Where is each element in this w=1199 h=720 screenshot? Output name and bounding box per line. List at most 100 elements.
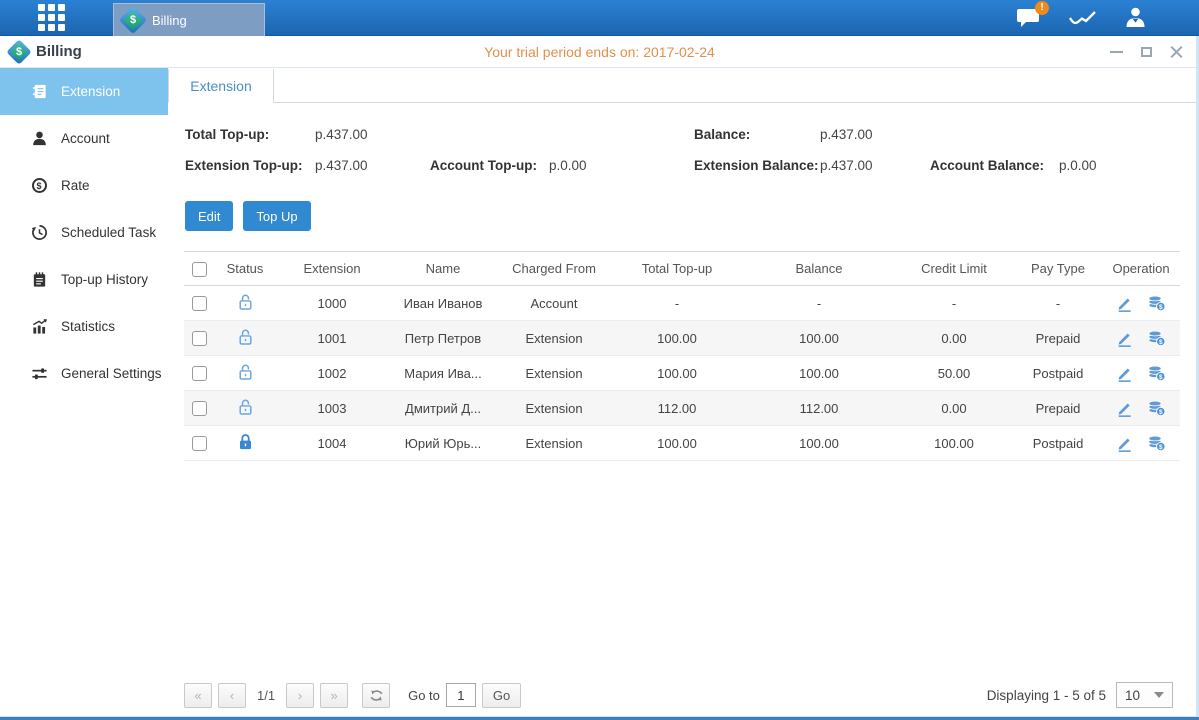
cell-charged-from: Extension [498, 356, 610, 391]
edit-pencil-icon[interactable] [1116, 295, 1133, 312]
edit-pencil-icon[interactable] [1116, 330, 1133, 347]
sidebar: Extension Account $ Rate [0, 68, 168, 716]
top-up-coins-icon[interactable]: $ [1147, 435, 1166, 452]
first-page-button[interactable]: « [184, 683, 212, 708]
cell-charged-from: Account [498, 286, 610, 321]
svg-text:$: $ [1159, 303, 1163, 310]
edit-pencil-icon[interactable] [1116, 400, 1133, 417]
scheduled-task-clock-icon [30, 224, 48, 242]
cell-extension: 1004 [276, 426, 388, 461]
tab-extension[interactable]: Extension [168, 69, 274, 103]
edit-pencil-icon[interactable] [1116, 435, 1133, 452]
prev-page-button[interactable]: ‹ [218, 683, 246, 708]
edit-pencil-icon[interactable] [1116, 365, 1133, 382]
displaying-text: Displaying 1 - 5 of 5 [987, 688, 1106, 703]
cell-credit-limit: 100.00 [894, 426, 1014, 461]
sidebar-item-rate[interactable]: $ Rate [0, 162, 168, 209]
taskbar-tab-label: Billing [152, 13, 187, 28]
account-topup-label: Account Top-up: [430, 158, 549, 173]
minimize-button[interactable] [1109, 45, 1123, 59]
total-topup-value: p.437.00 [315, 127, 368, 142]
svg-text:$: $ [1159, 373, 1163, 380]
sidebar-item-extension[interactable]: Extension [0, 68, 168, 115]
lock-open-icon [237, 398, 254, 416]
cell-name: Юрий Юрь... [388, 426, 498, 461]
row-checkbox[interactable] [192, 296, 207, 311]
next-page-button[interactable]: › [286, 683, 314, 708]
page-size-select[interactable]: 10 [1116, 682, 1173, 708]
sidebar-item-general-settings[interactable]: General Settings [0, 350, 168, 397]
user-account-icon[interactable] [1124, 7, 1147, 28]
cell-balance: 100.00 [744, 426, 894, 461]
sidebar-label: Extension [61, 84, 120, 99]
general-settings-sliders-icon [30, 365, 48, 383]
account-topup-value: p.0.00 [549, 158, 587, 173]
edit-button[interactable]: Edit [185, 201, 233, 231]
top-up-coins-icon[interactable]: $ [1147, 330, 1166, 347]
select-all-checkbox[interactable] [192, 262, 207, 277]
sidebar-item-topup-history[interactable]: Top-up History [0, 256, 168, 303]
col-pay-type: Pay Type [1014, 252, 1102, 286]
sidebar-label: Statistics [61, 319, 115, 334]
top-up-coins-icon[interactable]: $ [1147, 365, 1166, 382]
cell-total-topup: 100.00 [610, 426, 744, 461]
table-row: 1003 Дмитрий Д... Extension 112.00 112.0… [184, 391, 1180, 426]
cell-name: Иван Иванов [388, 286, 498, 321]
cell-charged-from: Extension [498, 321, 610, 356]
cell-credit-limit: 0.00 [894, 391, 1014, 426]
chevron-down-icon [1154, 692, 1164, 698]
table-row: 1004 Юрий Юрь... Extension 100.00 100.00… [184, 426, 1180, 461]
top-up-button[interactable]: Top Up [243, 201, 310, 231]
cell-pay-type: Prepaid [1014, 321, 1102, 356]
col-total-topup: Total Top-up [610, 252, 744, 286]
row-checkbox[interactable] [192, 366, 207, 381]
svg-text:$: $ [1159, 338, 1163, 345]
lock-open-icon [237, 363, 254, 381]
balance-label: Balance: [694, 127, 820, 142]
app-grid-icon[interactable] [38, 4, 65, 31]
top-up-coins-icon[interactable]: $ [1147, 400, 1166, 417]
summary-panel: Total Top-up: p.437.00 Extension Top-up:… [185, 127, 1183, 189]
extension-table: Status Extension Name Charged From Total… [184, 251, 1180, 461]
sidebar-item-statistics[interactable]: Statistics [0, 303, 168, 350]
cell-total-topup: 112.00 [610, 391, 744, 426]
account-person-icon [30, 130, 48, 148]
extension-balance-label: Extension Balance: [694, 158, 820, 173]
svg-text:$: $ [1159, 408, 1163, 415]
sidebar-item-scheduled-task[interactable]: Scheduled Task [0, 209, 168, 256]
account-balance-label: Account Balance: [930, 158, 1059, 173]
cell-extension: 1003 [276, 391, 388, 426]
cell-total-topup: - [610, 286, 744, 321]
page-size-value: 10 [1125, 688, 1140, 703]
cell-total-topup: 100.00 [610, 321, 744, 356]
maximize-button[interactable] [1139, 45, 1153, 59]
go-button[interactable]: Go [482, 683, 521, 708]
sidebar-label: Account [61, 131, 110, 146]
taskbar-billing-tab[interactable]: $ Billing [113, 3, 265, 36]
col-balance: Balance [744, 252, 894, 286]
cell-balance: - [744, 286, 894, 321]
total-topup-label: Total Top-up: [185, 127, 315, 142]
notifications-chat-icon[interactable]: ! [1016, 7, 1041, 29]
table-row: 1002 Мария Ива... Extension 100.00 100.0… [184, 356, 1180, 391]
window-title: Billing [36, 43, 82, 60]
statistics-chart-icon[interactable] [1069, 8, 1096, 28]
refresh-button[interactable] [362, 683, 390, 708]
cell-balance: 100.00 [744, 321, 894, 356]
lock-open-icon [237, 328, 254, 346]
row-checkbox[interactable] [192, 401, 207, 416]
close-button[interactable] [1169, 45, 1183, 59]
account-balance-value: p.0.00 [1059, 158, 1097, 173]
sidebar-item-account[interactable]: Account [0, 115, 168, 162]
row-checkbox[interactable] [192, 331, 207, 346]
last-page-button[interactable]: » [320, 683, 348, 708]
row-checkbox[interactable] [192, 436, 207, 451]
pagination-bar: « ‹ 1/1 › » Go to Go Displaying [184, 682, 1173, 708]
goto-page-input[interactable] [446, 683, 476, 707]
statistics-bars-icon [30, 318, 48, 336]
cell-name: Петр Петров [388, 321, 498, 356]
top-up-coins-icon[interactable]: $ [1147, 295, 1166, 312]
cell-balance: 112.00 [744, 391, 894, 426]
col-status: Status [214, 252, 276, 286]
sidebar-label: Top-up History [61, 272, 148, 287]
